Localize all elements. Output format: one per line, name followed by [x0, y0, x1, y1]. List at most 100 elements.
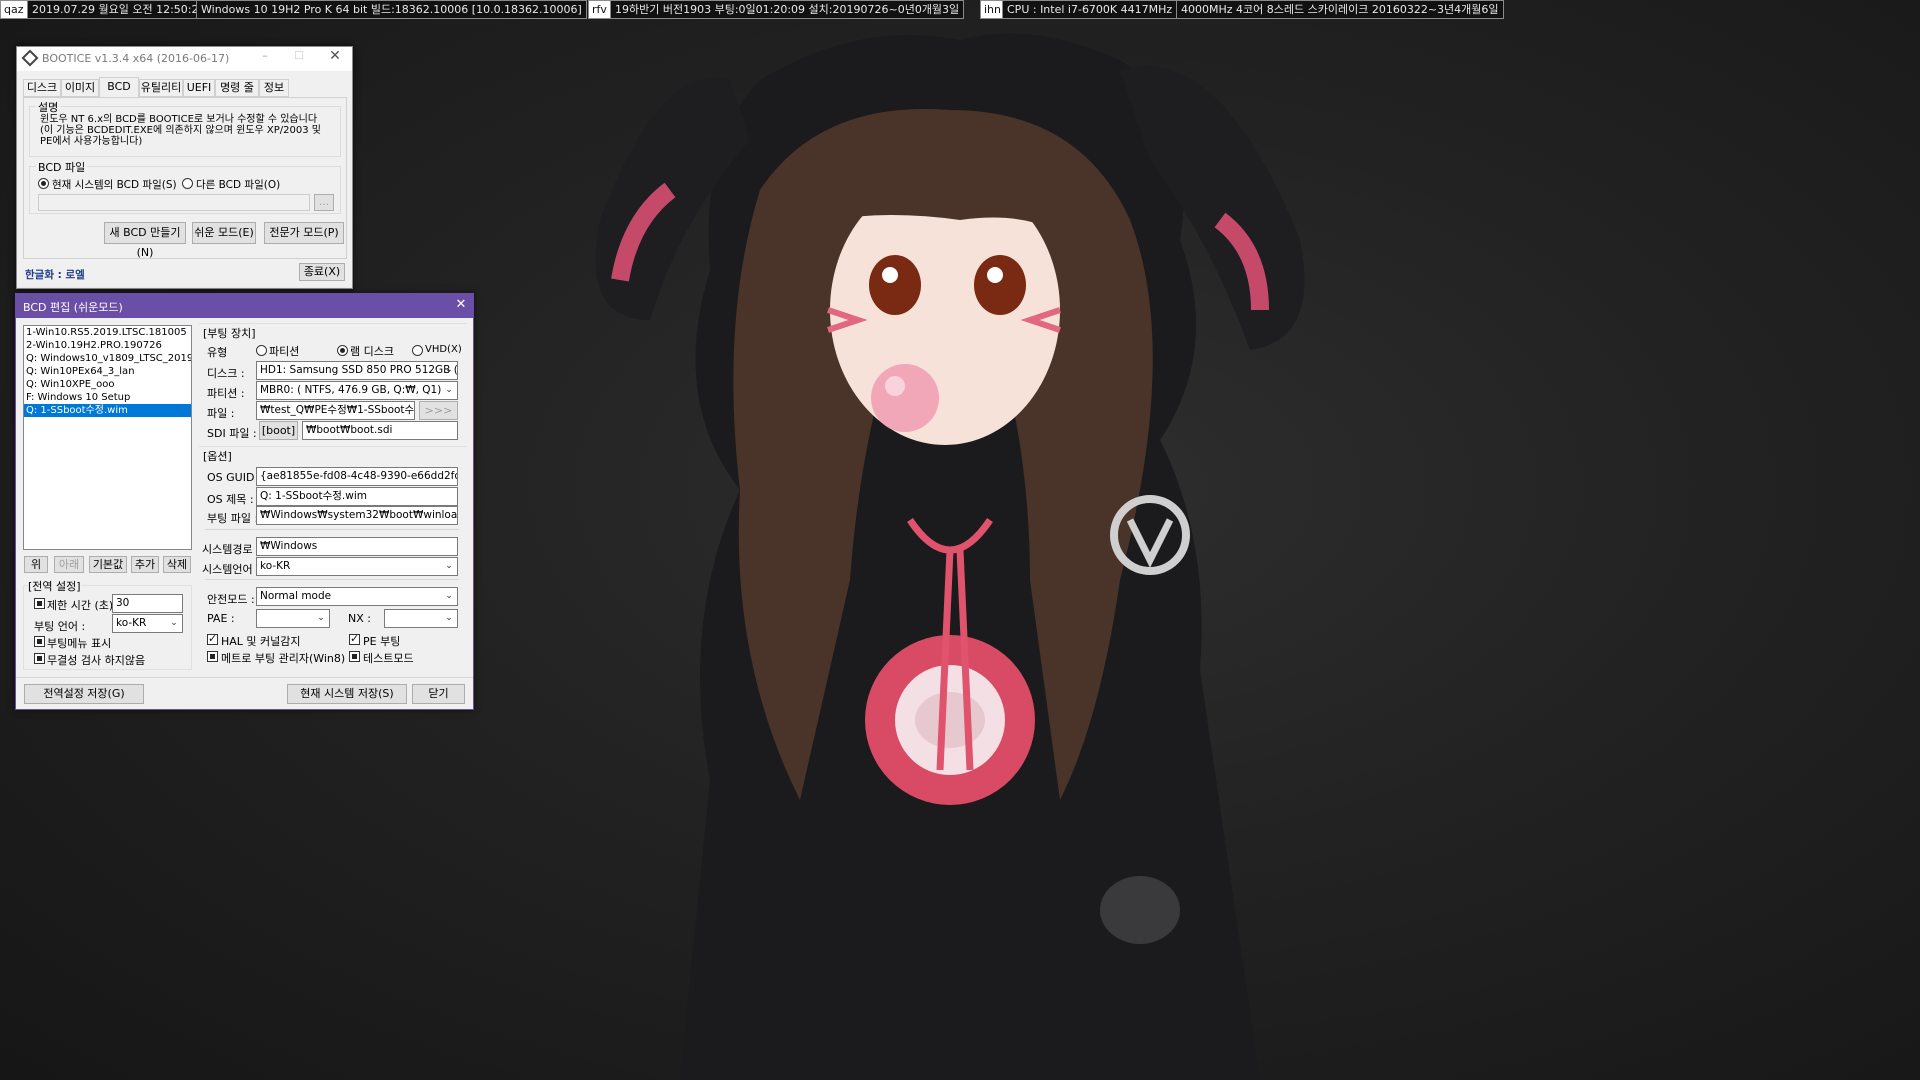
- save-global-settings-button[interactable]: 전역설정 저장(G): [24, 684, 144, 704]
- disk-label: 디스크 :: [207, 367, 245, 380]
- bootice-app-icon: [21, 49, 39, 67]
- boot-file-input[interactable]: ₩Windows₩system32₩boot₩winload.efi: [256, 506, 458, 525]
- memory-info-text: 4000MHz 4코어 8스레드 스카이레이크 20160322~3년4개월6일: [1176, 0, 1504, 19]
- type-vhd-radio[interactable]: [412, 345, 423, 356]
- system-language-value: ko-KR: [260, 560, 291, 572]
- partition-value: MBR0: ( NTFS, 476.9 GB, Q:₩, Q1): [260, 384, 442, 396]
- bootice-exit-button[interactable]: 종료(X): [299, 263, 345, 281]
- list-item[interactable]: Q: Win10PEx64_3_lan: [24, 365, 191, 378]
- file-browse-button[interactable]: >>>: [419, 401, 458, 420]
- tab-utility[interactable]: 유틸리티: [139, 79, 183, 97]
- expert-mode-button[interactable]: 전문가 모드(P): [264, 222, 344, 244]
- options-section: [옵션] OS GUID {ae81855e-fd08-4c48-9390-e6…: [199, 446, 467, 676]
- list-item[interactable]: 1-Win10.RS5.2019.LTSC.181005: [24, 326, 191, 339]
- file-label: 파일 :: [207, 407, 235, 420]
- boot-language-select[interactable]: ko-KR ⌄: [112, 614, 183, 633]
- user-label: qaz: [0, 0, 28, 19]
- new-bcd-button[interactable]: 새 BCD 만들기(N): [104, 222, 186, 259]
- metro-boot-manager-checkbox[interactable]: [207, 651, 218, 662]
- tab-command-line[interactable]: 명령 줄: [215, 79, 259, 97]
- tab-image[interactable]: 이미지: [61, 79, 99, 97]
- boot-device-section: [부팅 장치] 유형 파티션 램 디스크 VHD(X) 디스크 : HD1: S…: [199, 323, 467, 447]
- move-up-button[interactable]: 위: [24, 556, 48, 573]
- close-icon[interactable]: ✕: [325, 48, 345, 66]
- chevron-down-icon: ⌄: [445, 365, 453, 375]
- tab-bcd[interactable]: BCD: [99, 77, 139, 98]
- list-item[interactable]: Q: Win10XPE_ooo: [24, 378, 191, 391]
- no-integrity-checkbox[interactable]: [34, 653, 45, 664]
- os-title-input[interactable]: Q: 1-SSboot수정.wim: [256, 487, 458, 506]
- bcd-edit-titlebar[interactable]: BCD 편집 (쉬운모드) ✕: [16, 294, 473, 318]
- chevron-down-icon: ⌄: [445, 591, 453, 601]
- system-info-bar: qaz 2019.07.29 월요일 오전 12:50:27 Windows 1…: [0, 0, 1920, 20]
- system-language-select[interactable]: ko-KR ⌄: [256, 557, 458, 576]
- bcd-edit-window: BCD 편집 (쉬운모드) ✕ 1-Win10.RS5.2019.LTSC.18…: [15, 293, 474, 710]
- disk-select[interactable]: HD1: Samsung SSD 850 PRO 512GB (476.9 GB…: [256, 361, 458, 380]
- system-root-label: 시스템경로: [202, 543, 253, 556]
- close-button[interactable]: 닫기: [412, 684, 465, 704]
- bootice-titlebar[interactable]: BOOTICE v1.3.4 x64 (2016-06-17) – ☐ ✕: [17, 47, 352, 71]
- add-entry-button[interactable]: 추가: [131, 556, 159, 573]
- sdi-path-input[interactable]: ₩boot₩boot.sdi: [302, 421, 458, 440]
- show-boot-menu-checkbox[interactable]: [34, 636, 45, 647]
- move-down-button[interactable]: 아래: [54, 556, 84, 573]
- file-path-input[interactable]: ₩test_Q₩PE수정₩1-SSboot수정.wim: [256, 401, 415, 420]
- system-root-input[interactable]: ₩Windows: [256, 537, 458, 556]
- hal-detect-label: HAL 및 커널감지: [221, 635, 301, 648]
- timeout-input[interactable]: 30: [112, 594, 183, 613]
- description-group-title: 설명: [36, 99, 61, 115]
- bcd-file-group: BCD 파일 현재 시스템의 BCD 파일(S) 다른 BCD 파일(O) ..…: [29, 159, 341, 214]
- no-integrity-label: 무결성 검사 하지않음: [47, 654, 146, 667]
- radio-current-system-bcd[interactable]: [38, 178, 49, 189]
- show-boot-menu-label: 부팅메뉴 표시: [47, 637, 112, 650]
- tab-about[interactable]: 정보: [259, 79, 289, 97]
- tab-disk[interactable]: 디스크: [23, 79, 61, 97]
- save-current-system-button[interactable]: 현재 시스템 저장(S): [287, 684, 407, 704]
- list-item[interactable]: Q: Windows10_v1809_LTSC_2019.VHD: [24, 352, 191, 365]
- minimize-icon[interactable]: –: [255, 49, 275, 67]
- hal-detect-checkbox[interactable]: [207, 632, 218, 645]
- timeout-checkbox[interactable]: [34, 598, 45, 609]
- safe-mode-value: Normal mode: [260, 590, 332, 602]
- type-partition-label: 파티션: [269, 345, 300, 358]
- list-item[interactable]: 2-Win10.19H2.PRO.190726: [24, 339, 191, 352]
- pae-select[interactable]: ⌄: [256, 609, 330, 628]
- delete-entry-button[interactable]: 삭제: [163, 556, 191, 573]
- close-icon[interactable]: ✕: [452, 297, 470, 315]
- type-partition-radio[interactable]: [256, 345, 267, 356]
- pae-label: PAE :: [207, 612, 235, 625]
- chevron-down-icon: ⌄: [170, 618, 178, 628]
- nx-select[interactable]: ⌄: [384, 609, 458, 628]
- radio-other-bcd[interactable]: [182, 178, 193, 189]
- type-vhd-label: VHD(X): [425, 344, 462, 355]
- pe-boot-checkbox[interactable]: [349, 632, 360, 645]
- set-default-button[interactable]: 기본값: [89, 556, 127, 573]
- list-item[interactable]: F: Windows 10 Setup: [24, 391, 191, 404]
- options-title: [옵션]: [203, 450, 232, 463]
- test-mode-checkbox[interactable]: [349, 651, 360, 662]
- global-settings-group: [전역 설정] 제한 시간 (초) 30 부팅 언어 : ko-KR ⌄ 부팅메뉴…: [23, 578, 192, 670]
- system-language-label: 시스템언어: [202, 563, 253, 576]
- easy-mode-button[interactable]: 쉬운 모드(E): [192, 222, 256, 244]
- bcd-edit-title: BCD 편집 (쉬운모드): [23, 301, 123, 314]
- radio-current-system-bcd-label: 현재 시스템의 BCD 파일(S): [52, 179, 177, 191]
- list-item[interactable]: Q: 1-SSboot수정.wim: [24, 404, 191, 417]
- boot-entries-list[interactable]: 1-Win10.RS5.2019.LTSC.181005 2-Win10.19H2…: [23, 325, 192, 550]
- os-guid-label: OS GUID: [207, 471, 255, 484]
- chevron-down-icon: ⌄: [445, 613, 453, 623]
- wallpaper-character-illustration: [595, 33, 1305, 1080]
- partition-select[interactable]: MBR0: ( NTFS, 476.9 GB, Q:₩, Q1) ⌄: [256, 381, 458, 400]
- browse-bcd-button[interactable]: ...: [314, 194, 334, 211]
- safe-mode-select[interactable]: Normal mode ⌄: [256, 587, 458, 606]
- global-settings-title: [전역 설정]: [28, 578, 81, 594]
- tab-uefi[interactable]: UEFI: [183, 79, 215, 97]
- metro-boot-manager-label: 메트로 부팅 관리자(Win8): [221, 652, 346, 665]
- sdi-boot-button[interactable]: [boot]: [259, 421, 298, 440]
- type-ramdisk-radio[interactable]: [337, 345, 348, 356]
- os-guid-field[interactable]: {ae81855e-fd08-4c48-9390-e66dd2fcb1e6}: [256, 467, 458, 486]
- bcd-file-path-input[interactable]: [38, 194, 310, 211]
- test-mode-label: 테스트모드: [363, 652, 414, 665]
- maximize-icon[interactable]: ☐: [289, 49, 309, 67]
- safe-mode-label: 안전모드 :: [207, 593, 255, 606]
- bcd-tab-panel: 설명 윈도우 NT 6.x의 BCD를 BOOTICE로 보거나 수정할 수 있…: [23, 97, 347, 259]
